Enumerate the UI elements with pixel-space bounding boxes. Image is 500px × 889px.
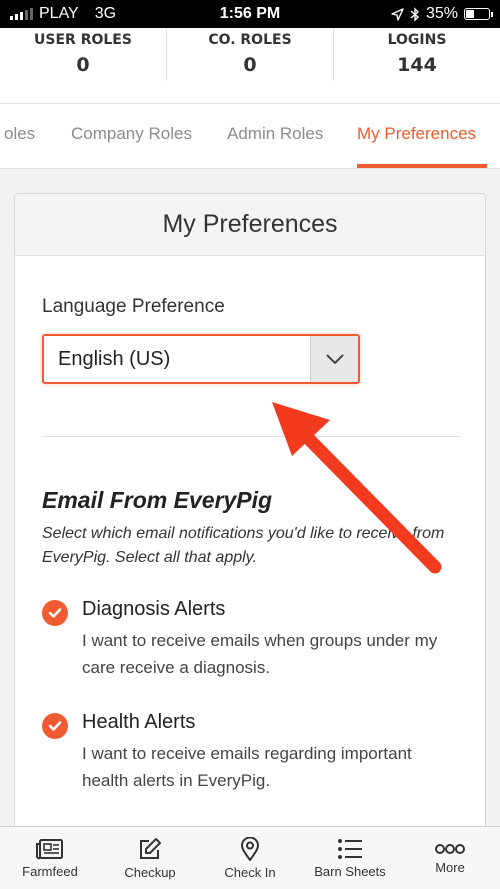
language-label: Language Preference <box>42 296 225 317</box>
nav-check-in[interactable]: Check In <box>200 827 300 889</box>
bluetooth-icon <box>410 6 419 22</box>
stat-label: USER ROLES <box>34 32 132 48</box>
nav-label: Farmfeed <box>22 863 78 879</box>
nav-label: Checkup <box>124 864 176 880</box>
language-select[interactable]: English (US) <box>42 334 360 384</box>
stats-bar: USER ROLES 0 CO. ROLES 0 LOGINS 144 <box>0 28 500 103</box>
stat-value: 0 <box>243 54 257 76</box>
clock: 1:56 PM <box>219 5 281 22</box>
stat-value: 0 <box>76 54 90 76</box>
pref-description: I want to receive emails regarding impor… <box>82 744 412 790</box>
tab-admin-roles[interactable]: Admin Roles <box>227 124 323 144</box>
tab-user-roles[interactable]: oles <box>4 124 35 144</box>
newspaper-icon <box>36 838 63 859</box>
nav-barn-sheets[interactable]: Barn Sheets <box>300 827 400 889</box>
more-icon <box>435 843 465 854</box>
check-icon[interactable] <box>42 600 68 626</box>
chevron-down-icon[interactable] <box>310 336 358 382</box>
language-select-value: English (US) <box>58 347 171 370</box>
email-section-description: Select which email notifications you'd l… <box>42 525 445 566</box>
stat-co-roles: CO. ROLES 0 <box>166 28 333 81</box>
nav-farmfeed[interactable]: Farmfeed <box>0 827 100 889</box>
tab-company-roles[interactable]: Company Roles <box>71 124 192 144</box>
stat-user-roles: USER ROLES 0 <box>0 28 166 103</box>
nav-checkup[interactable]: Checkup <box>100 827 200 889</box>
check-icon[interactable] <box>42 713 68 739</box>
email-section-title: Email From EveryPig <box>42 487 273 513</box>
list-icon <box>338 838 362 859</box>
nav-more[interactable]: More <box>400 827 500 889</box>
signal-icon <box>10 8 33 20</box>
carrier-name: PLAY <box>39 5 79 22</box>
divider <box>42 436 460 437</box>
stat-logins: LOGINS 144 <box>333 28 500 81</box>
preferences-card: My Preferences Language Preference Engli… <box>14 193 486 833</box>
nav-label: Barn Sheets <box>314 863 386 879</box>
nav-label: Check In <box>224 864 276 880</box>
battery-percent: 35% <box>425 5 458 22</box>
pref-title: Health Alerts <box>82 711 196 733</box>
battery-icon <box>464 8 493 20</box>
location-icon <box>391 7 404 21</box>
stat-label: CO. ROLES <box>208 32 292 48</box>
stat-label: LOGINS <box>387 32 447 48</box>
stat-value: 144 <box>397 54 437 76</box>
card-title: My Preferences <box>15 194 485 256</box>
map-pin-icon <box>241 836 259 861</box>
pref-description: I want to receive emails when groups und… <box>82 631 438 677</box>
tab-my-preferences[interactable]: My Preferences <box>357 124 476 144</box>
tab-bar: oles Company Roles Admin Roles My Prefer… <box>0 103 500 169</box>
nav-label: More <box>435 859 465 875</box>
pref-title: Diagnosis Alerts <box>82 598 226 620</box>
status-bar: PLAY 3G 1:56 PM 35% <box>0 0 500 28</box>
edit-icon <box>140 837 161 859</box>
pref-diagnosis-alerts[interactable]: Diagnosis Alerts I want to receive email… <box>42 598 458 681</box>
network-type: 3G <box>94 5 117 22</box>
active-tab-indicator <box>357 164 487 168</box>
pref-health-alerts[interactable]: Health Alerts I want to receive emails r… <box>42 711 458 794</box>
bottom-nav: Farmfeed Checkup Check In Barn Sheets Mo… <box>0 826 500 889</box>
